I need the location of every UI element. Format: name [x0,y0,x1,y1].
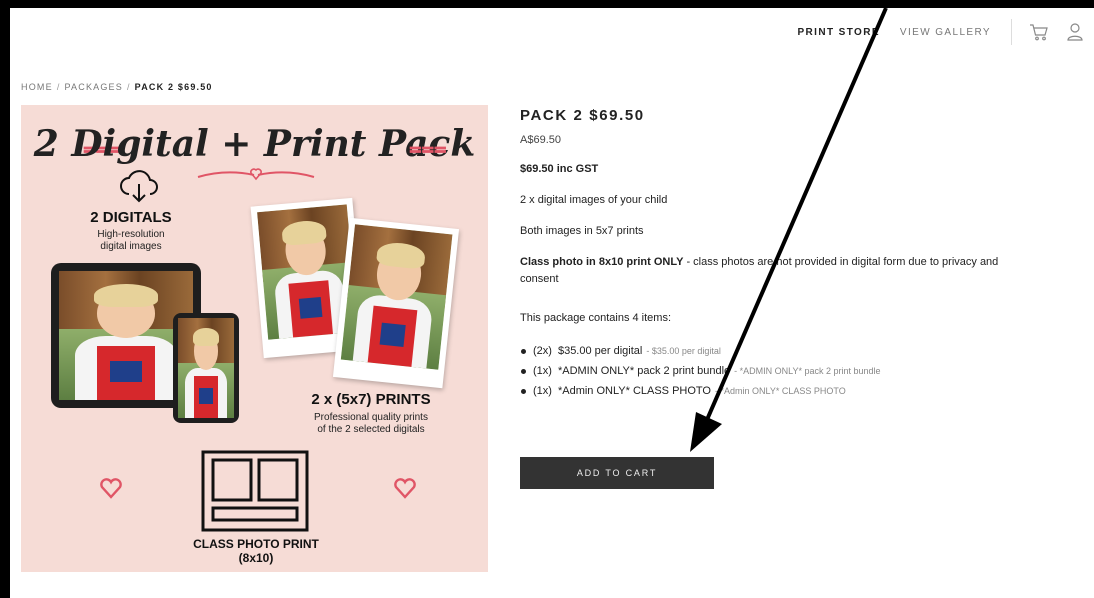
cloud-download-icon [120,170,158,203]
prints-subtext-line: Professional quality prints [314,412,428,423]
window-frame-top [0,0,1094,8]
item-quantity: (1x) [533,385,552,397]
product-details: PACK 2 $69.50 A$69.50 $69.50 inc GST 2 x… [520,107,1000,405]
product-title: PACK 2 $69.50 [520,107,645,124]
breadcrumb-separator: / [56,82,61,92]
nav-view-gallery[interactable]: VIEW GALLERY [900,27,991,38]
breadcrumb-separator: / [126,82,131,92]
class-photo-frame-icon [201,450,309,532]
header-nav: PRINT STORE VIEW GALLERY [797,19,1086,45]
child-photo [178,318,234,418]
sparkle-right-icon: ⩶ [409,135,447,160]
product-class-line: Class photo in 8x10 print ONLY - class p… [520,254,1000,288]
prints-heading: 2 x (5x7) PRINTS [311,391,431,408]
digitals-subtext: High-resolution digital images [71,229,191,253]
digitals-subtext-line: digital images [100,241,162,252]
phone-mockup [173,313,239,423]
bullet-icon [521,368,526,374]
heart-icon [100,478,122,499]
item-name: *ADMIN ONLY* pack 2 print bundle [557,365,731,377]
package-items-list: (2x) $35.00 per digital - $35.00 per dig… [520,345,1000,397]
list-item: (1x) *ADMIN ONLY* pack 2 print bundle - … [520,365,1000,377]
nav-print-store[interactable]: PRINT STORE [797,27,879,38]
add-to-cart-button[interactable]: ADD TO CART [520,457,714,489]
product-digital-line: 2 x digital images of your child [520,194,668,206]
prints-subtext: Professional quality prints of the 2 sel… [291,412,451,436]
nav-divider [1011,19,1012,45]
product-image: ⩶ 2 Digital + Print Pack ⩶ 2 DIGITALS Hi… [21,105,488,572]
item-subtext: - $35.00 per digital [646,346,721,356]
list-item: (2x) $35.00 per digital - $35.00 per dig… [520,345,1000,357]
window-frame-left [0,0,10,598]
cart-icon[interactable] [1028,22,1050,42]
item-name: *Admin ONLY* CLASS PHOTO [557,385,711,397]
breadcrumb: HOME / PACKAGES / PACK 2 $69.50 [21,82,213,92]
print-photo-card [332,217,460,389]
digitals-heading: 2 DIGITALS [90,209,172,226]
product-prints-line: Both images in 5x7 prints [520,225,644,237]
breadcrumb-current: PACK 2 $69.50 [134,82,213,92]
item-subtext: - *ADMIN ONLY* pack 2 print bundle [734,366,881,376]
item-name: $35.00 per digital [557,345,643,357]
class-photo-label-line: (8x10) [238,551,274,565]
bullet-icon [521,348,526,354]
child-photo [340,224,453,370]
prints-subtext-line: of the 2 selected digitals [317,424,425,435]
item-quantity: (2x) [533,345,552,357]
package-contents-heading: This package contains 4 items: [520,312,672,324]
item-quantity: (1x) [533,365,552,377]
product-gst-line: $69.50 inc GST [520,163,599,175]
bullet-icon [521,388,526,394]
item-subtext: - *Admin ONLY* CLASS PHOTO [715,386,846,396]
product-class-bold: Class photo in 8x10 print ONLY [520,256,684,268]
list-item: (1x) *Admin ONLY* CLASS PHOTO - *Admin O… [520,385,1000,397]
product-price: A$69.50 [520,134,561,146]
breadcrumb-home[interactable]: HOME [21,82,53,92]
heart-icon [394,478,416,499]
class-photo-label-line: CLASS PHOTO PRINT [193,537,319,551]
user-icon[interactable] [1064,22,1086,42]
class-photo-label: CLASS PHOTO PRINT (8x10) [181,537,331,565]
breadcrumb-packages[interactable]: PACKAGES [65,82,123,92]
digitals-subtext-line: High-resolution [97,229,165,240]
heart-swash-icon [197,168,315,181]
